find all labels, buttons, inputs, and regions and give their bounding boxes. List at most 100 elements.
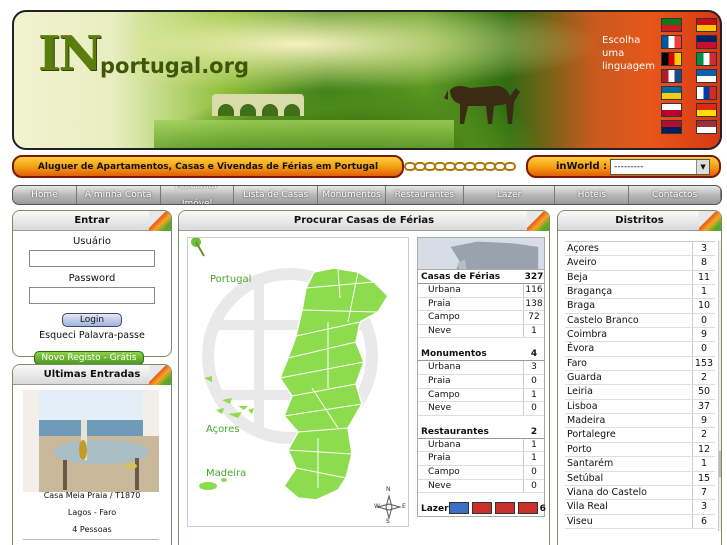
- stats-row[interactable]: Urbana 116: [418, 284, 544, 298]
- district-name[interactable]: Guarda: [565, 371, 693, 385]
- nav-contactos[interactable]: Contactos: [629, 186, 721, 204]
- flag-sweden-icon[interactable]: [660, 86, 682, 100]
- stats-row[interactable]: Urbana 3: [418, 361, 544, 375]
- inworld-select[interactable]: --------- ▼: [610, 158, 711, 175]
- flag-china-icon[interactable]: [695, 103, 717, 117]
- district-name[interactable]: Évora: [565, 342, 693, 356]
- district-row[interactable]: Portalegre 2: [565, 428, 715, 443]
- district-row[interactable]: Coimbra 9: [565, 328, 715, 343]
- lazer-category-icon[interactable]: [448, 502, 469, 515]
- district-name[interactable]: Aveiro: [565, 256, 693, 270]
- flag-portugal-icon[interactable]: [660, 18, 682, 32]
- lazer-category-icon[interactable]: [494, 502, 515, 515]
- stats-group-header[interactable]: Lazer 6: [418, 502, 546, 516]
- chevron-down-icon[interactable]: ▼: [696, 159, 710, 174]
- district-row[interactable]: Braga 10: [565, 299, 715, 314]
- logo-site-name[interactable]: portugal.org: [100, 54, 249, 78]
- district-name[interactable]: Vila Real: [565, 500, 693, 514]
- district-row[interactable]: Beja 11: [565, 270, 715, 286]
- username-input[interactable]: [29, 250, 155, 267]
- stats-gap: [418, 416, 544, 425]
- nav-home[interactable]: Home: [13, 186, 77, 204]
- nav-lazer[interactable]: Lazer: [464, 186, 556, 204]
- flag-netherlands-icon[interactable]: [660, 69, 682, 83]
- stats-row[interactable]: Campo 0: [418, 465, 544, 480]
- stats-group-header[interactable]: Monumentos 4: [418, 347, 544, 362]
- district-name[interactable]: Setúbal: [565, 471, 693, 485]
- stats-group-header[interactable]: Casas de Férias 327: [418, 270, 544, 284]
- district-name[interactable]: Açores: [565, 242, 693, 256]
- district-row[interactable]: Viseu 6: [565, 514, 715, 529]
- login-button[interactable]: Login: [62, 313, 122, 327]
- lazer-category-icon[interactable]: [517, 502, 538, 515]
- flag-latvia-icon[interactable]: [695, 120, 717, 134]
- district-name[interactable]: Faro: [565, 356, 693, 371]
- scrollbar-thumb[interactable]: [719, 451, 721, 477]
- nav-restaurantes[interactable]: Restaurantes: [386, 186, 464, 204]
- stats-row[interactable]: Neve 1: [418, 324, 544, 339]
- district-row[interactable]: Leiria 50: [565, 385, 715, 400]
- district-row[interactable]: Setúbal 15: [565, 471, 715, 486]
- stats-row[interactable]: Neve 0: [418, 479, 544, 494]
- district-name[interactable]: Leiria: [565, 385, 693, 399]
- district-row[interactable]: Santarém 1: [565, 457, 715, 472]
- mainland-map[interactable]: [279, 267, 389, 501]
- districts-scrollbar[interactable]: [718, 241, 721, 531]
- district-name[interactable]: Porto: [565, 442, 693, 457]
- district-name[interactable]: Lisboa: [565, 399, 693, 414]
- district-name[interactable]: Coimbra: [565, 328, 693, 342]
- nav-monumentos[interactable]: Monumentos: [318, 186, 386, 204]
- district-name[interactable]: Braga: [565, 299, 693, 313]
- nav-hoteis[interactable]: Hoteis: [555, 186, 630, 204]
- listing-people: 4 Pessoas: [72, 525, 112, 534]
- district-name[interactable]: Viana do Castelo: [565, 485, 693, 500]
- district-row[interactable]: Porto 12: [565, 442, 715, 458]
- compass-e: E: [402, 503, 406, 510]
- flag-france-icon[interactable]: [660, 35, 682, 49]
- district-name[interactable]: Madeira: [565, 414, 693, 428]
- district-row[interactable]: Évora 0: [565, 342, 715, 357]
- district-name[interactable]: Castelo Branco: [565, 313, 693, 328]
- district-row[interactable]: Bragança 1: [565, 285, 715, 300]
- register-button[interactable]: Novo Registo - Grátis: [34, 351, 144, 365]
- stats-row[interactable]: Campo 1: [418, 388, 544, 403]
- flag-italy-icon[interactable]: [695, 52, 717, 66]
- flag-norway-icon[interactable]: [660, 120, 682, 134]
- flag-uk-icon[interactable]: [695, 35, 717, 49]
- district-name[interactable]: Santarém: [565, 457, 693, 471]
- flag-greece-icon[interactable]: [695, 69, 717, 83]
- district-row[interactable]: Guarda 2: [565, 371, 715, 386]
- district-row[interactable]: Lisboa 37: [565, 399, 715, 415]
- district-name[interactable]: Beja: [565, 270, 693, 285]
- stats-row[interactable]: Urbana 1: [418, 438, 544, 453]
- district-row[interactable]: Faro 153: [565, 356, 715, 372]
- nav-lista-de-casas[interactable]: Lista de Casas: [234, 186, 319, 204]
- district-row[interactable]: Madeira 9: [565, 414, 715, 429]
- listing-photo[interactable]: [23, 390, 159, 492]
- district-name[interactable]: Portalegre: [565, 428, 693, 442]
- nav-adicionar-im-vel[interactable]: Adicionar Imóvel: [161, 186, 235, 204]
- stats-row[interactable]: Praia 0: [418, 374, 544, 389]
- forgot-password-link[interactable]: Esqueci Palavra-passe: [13, 330, 171, 341]
- flag-germany-icon[interactable]: [660, 52, 682, 66]
- district-row[interactable]: Aveiro 8: [565, 256, 715, 271]
- district-row[interactable]: Vila Real 3: [565, 500, 715, 515]
- district-name[interactable]: Bragança: [565, 285, 693, 299]
- stats-row[interactable]: Campo 72: [418, 311, 544, 325]
- stats-row[interactable]: Neve 0: [418, 402, 544, 416]
- stats-row[interactable]: Praia 1: [418, 452, 544, 466]
- listing-name[interactable]: Casa Meia Praia / T1870: [13, 491, 171, 500]
- flag-spain-icon[interactable]: [695, 18, 717, 32]
- flag-russia-icon[interactable]: [695, 86, 717, 100]
- stats-group-header[interactable]: Restaurantes 2: [418, 425, 544, 439]
- district-row[interactable]: Açores 3: [565, 242, 715, 257]
- stats-row[interactable]: Praia 138: [418, 297, 544, 312]
- lazer-category-icon[interactable]: [471, 502, 492, 515]
- district-name[interactable]: Viseu: [565, 514, 693, 528]
- district-row[interactable]: Viana do Castelo 7: [565, 485, 715, 501]
- password-input[interactable]: [29, 287, 155, 304]
- flag-japan-icon[interactable]: [660, 103, 682, 117]
- logo-in[interactable]: IN: [38, 26, 102, 82]
- district-row[interactable]: Castelo Branco 0: [565, 313, 715, 329]
- nav-a-minha-conta[interactable]: A minha Conta: [77, 186, 161, 204]
